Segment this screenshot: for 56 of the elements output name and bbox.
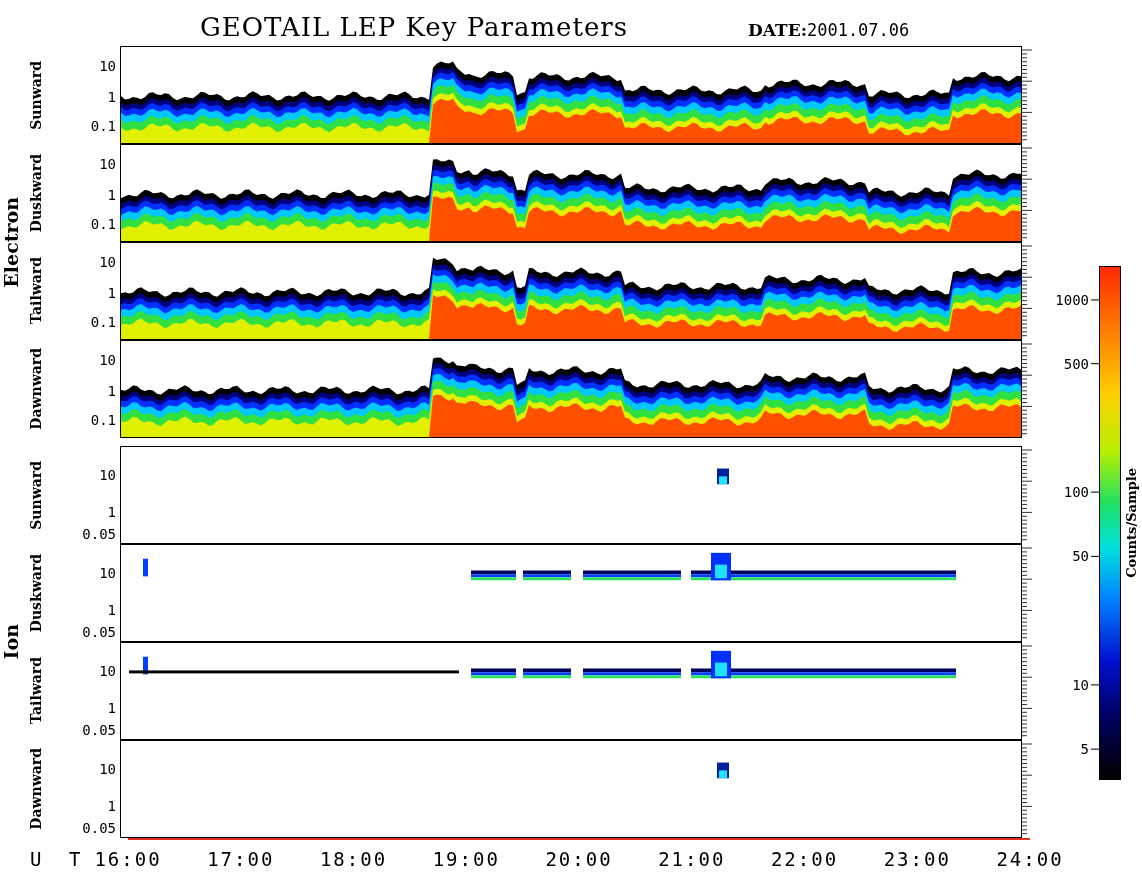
time-tick-label: 19:00 xyxy=(432,848,500,870)
y-tick-label: 10 xyxy=(99,762,116,777)
y-tick-label: 10 xyxy=(99,156,116,171)
panel-label: Tailward xyxy=(28,257,44,325)
spectrogram-drawing xyxy=(717,468,729,485)
date-label: DATE: xyxy=(748,20,807,40)
group-label: Ion xyxy=(0,624,22,660)
y-tick-label: 0.1 xyxy=(90,315,116,330)
y-tick-label: 1 xyxy=(107,798,116,813)
y-tick-label: 1 xyxy=(107,700,116,715)
y-tick-label: 0.1 xyxy=(90,217,116,232)
spectrogram-drawing xyxy=(717,762,729,779)
colorbar-tick-label: 10 xyxy=(1072,676,1089,693)
y-tick-label: 1 xyxy=(107,187,116,202)
y-tick-label: 10 xyxy=(99,58,116,73)
y-tick-label: 0.05 xyxy=(82,625,116,640)
panel-label: Duskward xyxy=(28,553,44,633)
y-tick-label: 1 xyxy=(107,89,116,104)
group-label: Electron xyxy=(0,196,22,288)
colorbar-tick-label: 5 xyxy=(1080,741,1089,758)
y-tick-label: 0.05 xyxy=(82,821,116,836)
y-tick-label: 0.1 xyxy=(90,119,116,134)
panel-label: Sunward xyxy=(28,60,44,130)
y-tick-label: 10 xyxy=(99,468,116,483)
time-tick-label: 18:00 xyxy=(319,848,388,870)
y-tick-label: 1 xyxy=(107,504,116,519)
time-tick-label: 17:00 xyxy=(207,848,275,870)
colorbar-tick-label: 500 xyxy=(1063,355,1089,372)
y-tick-label: 10 xyxy=(99,254,116,269)
time-tick-label: 22:00 xyxy=(770,848,839,870)
chart-title: GEOTAIL LEP Key Parameters xyxy=(200,12,629,42)
y-tick-label: 10 xyxy=(99,352,116,367)
time-tick-label: 21:00 xyxy=(658,848,726,870)
panel-label: Sunward xyxy=(28,460,44,530)
y-tick-label: 0.05 xyxy=(82,527,116,542)
panel-label: Dawnward xyxy=(28,348,44,430)
panel-label: Dawnward xyxy=(28,748,44,830)
y-tick-label: 0.05 xyxy=(82,723,116,738)
colorbar-tick-label: 50 xyxy=(1072,548,1089,565)
time-axis-label: U T xyxy=(29,847,90,872)
y-tick-label: 1 xyxy=(107,383,116,398)
y-tick-label: 10 xyxy=(99,664,116,679)
y-tick-label: 1 xyxy=(107,285,116,300)
date-value: 2001.07.06 xyxy=(806,20,910,40)
y-tick-label: 0.1 xyxy=(90,413,116,428)
panel-label: Duskward xyxy=(28,153,44,233)
y-tick-label: 10 xyxy=(99,566,116,581)
colorbar-tick-label: 1000 xyxy=(1055,291,1089,308)
time-tick-label: 16:00 xyxy=(94,848,162,870)
colorbar-label: Counts/Sample xyxy=(1123,468,1139,578)
colorbar-tick-label: 100 xyxy=(1063,484,1089,501)
y-tick-label: 1 xyxy=(107,602,116,617)
time-tick-label: 20:00 xyxy=(545,848,613,870)
time-tick-label: 23:00 xyxy=(883,848,951,870)
panel-label: Tailward xyxy=(28,657,44,725)
time-tick-label: 24:00 xyxy=(996,848,1064,870)
